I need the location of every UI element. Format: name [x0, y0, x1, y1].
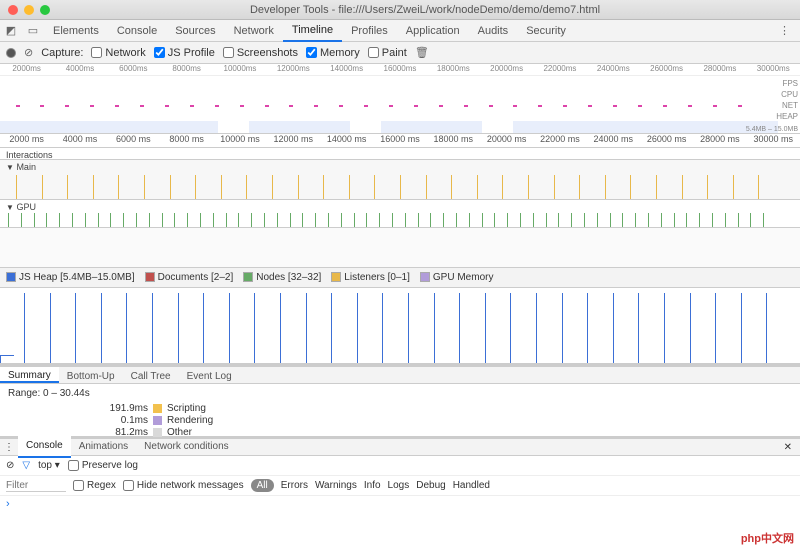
capture-paint[interactable]: Paint	[368, 47, 407, 59]
trash-icon[interactable]: 🗑	[415, 46, 429, 59]
console-prompt[interactable]: ›	[0, 496, 800, 512]
console-filter-input[interactable]	[6, 480, 66, 492]
details-tabs: Summary Bottom-Up Call Tree Event Log	[0, 364, 800, 384]
tab-eventlog[interactable]: Event Log	[179, 367, 240, 383]
device-mode-icon[interactable]: ▭	[22, 24, 44, 37]
summary-body: Range: 0 – 30.44s 191.9msScripting0.1msR…	[0, 384, 800, 436]
main-track[interactable]: ▼ Main	[0, 160, 800, 200]
timeline-ruler[interactable]: 2000 ms4000 ms6000 ms8000 ms10000 ms1200…	[0, 134, 800, 148]
drawer-menu-icon[interactable]: ⋮	[0, 442, 18, 453]
level-errors[interactable]: Errors	[281, 480, 308, 491]
inspect-icon[interactable]: ◩	[0, 24, 22, 37]
tab-security[interactable]: Security	[517, 20, 575, 42]
level-all[interactable]: All	[251, 479, 274, 492]
zoom-window-button[interactable]	[40, 5, 50, 15]
gpu-track[interactable]: ▼ GPU	[0, 200, 800, 228]
level-info[interactable]: Info	[364, 480, 381, 491]
console-controls: ⊘ ▽ top ▾ Preserve log	[0, 456, 800, 476]
close-window-button[interactable]	[8, 5, 18, 15]
capture-memory[interactable]: Memory	[306, 47, 360, 59]
tab-audits[interactable]: Audits	[469, 20, 518, 42]
summary-range: Range: 0 – 30.44s	[8, 388, 792, 399]
mem-legend-item[interactable]: Listeners [0–1]	[331, 272, 410, 283]
devtools-panel-tabs: ◩ ▭ Elements Console Sources Network Tim…	[0, 20, 800, 42]
drawer-close-icon[interactable]: ✕	[776, 442, 800, 453]
drawer-tab-network-conditions[interactable]: Network conditions	[136, 437, 236, 457]
overview-heap-range: 5.4MB – 15.0MB	[746, 126, 798, 133]
capture-screenshots[interactable]: Screenshots	[223, 47, 298, 59]
level-debug[interactable]: Debug	[416, 480, 445, 491]
tab-sources[interactable]: Sources	[166, 20, 224, 42]
tab-elements[interactable]: Elements	[44, 20, 108, 42]
tab-calltree[interactable]: Call Tree	[123, 367, 179, 383]
drawer-tab-console[interactable]: Console	[18, 436, 71, 458]
tab-console[interactable]: Console	[108, 20, 166, 42]
preserve-log-checkbox[interactable]: Preserve log	[68, 460, 138, 471]
overview-heap-lane	[0, 121, 778, 133]
context-selector[interactable]: top ▾	[38, 460, 60, 471]
overview-net-lane	[0, 102, 778, 112]
hide-network-checkbox[interactable]: Hide network messages	[123, 480, 244, 491]
overview-pane[interactable]: 2000ms4000ms6000ms8000ms10000ms12000ms14…	[0, 64, 800, 134]
memory-chart[interactable]	[0, 288, 800, 364]
record-button[interactable]	[6, 48, 16, 58]
minimize-window-button[interactable]	[24, 5, 34, 15]
tab-profiles[interactable]: Profiles	[342, 20, 397, 42]
tab-summary[interactable]: Summary	[0, 367, 59, 383]
regex-checkbox[interactable]: Regex	[73, 480, 116, 491]
capture-label: Capture:	[41, 47, 83, 59]
tab-application[interactable]: Application	[397, 20, 469, 42]
timeline-toolbar: ⊘ Capture: Network JS Profile Screenshot…	[0, 42, 800, 64]
console-filter-row: Regex Hide network messages All Errors War…	[0, 476, 800, 496]
clear-icon[interactable]: ⊘	[24, 46, 33, 59]
window-titlebar: Developer Tools - file:///Users/ZweiL/wo…	[0, 0, 800, 20]
empty-area	[0, 228, 800, 268]
mem-legend-item[interactable]: Nodes [32–32]	[243, 272, 321, 283]
drawer-tabs: ⋮ Console Animations Network conditions …	[0, 436, 800, 456]
memory-legend: JS Heap [5.4MB–15.0MB] Documents [2–2] Nod…	[0, 268, 800, 288]
tab-bottomup[interactable]: Bottom-Up	[59, 367, 123, 383]
watermark: php中文网	[741, 530, 794, 546]
drawer-tab-animations[interactable]: Animations	[71, 437, 136, 457]
overview-ticks: 2000ms4000ms6000ms8000ms10000ms12000ms14…	[0, 64, 800, 76]
window-title: Developer Tools - file:///Users/ZweiL/wo…	[50, 4, 800, 16]
clear-console-icon[interactable]: ⊘	[6, 460, 14, 471]
interactions-track: Interactions	[0, 148, 800, 160]
traffic-lights	[0, 5, 50, 15]
level-warnings[interactable]: Warnings	[315, 480, 357, 491]
tab-network[interactable]: Network	[225, 20, 283, 42]
capture-network[interactable]: Network	[91, 47, 145, 59]
overview-lane-labels: FPSCPUNETHEAP	[776, 78, 798, 122]
filter-icon[interactable]: ▽	[22, 460, 30, 471]
capture-jsprofile[interactable]: JS Profile	[154, 47, 215, 59]
mem-legend-item[interactable]: Documents [2–2]	[145, 272, 234, 283]
mem-legend-item[interactable]: JS Heap [5.4MB–15.0MB]	[6, 272, 135, 283]
overflow-menu-icon[interactable]: ⋮	[769, 24, 800, 37]
mem-legend-item[interactable]: GPU Memory	[420, 272, 494, 283]
tab-timeline[interactable]: Timeline	[283, 20, 342, 42]
level-logs[interactable]: Logs	[388, 480, 410, 491]
level-handled[interactable]: Handled	[453, 480, 490, 491]
